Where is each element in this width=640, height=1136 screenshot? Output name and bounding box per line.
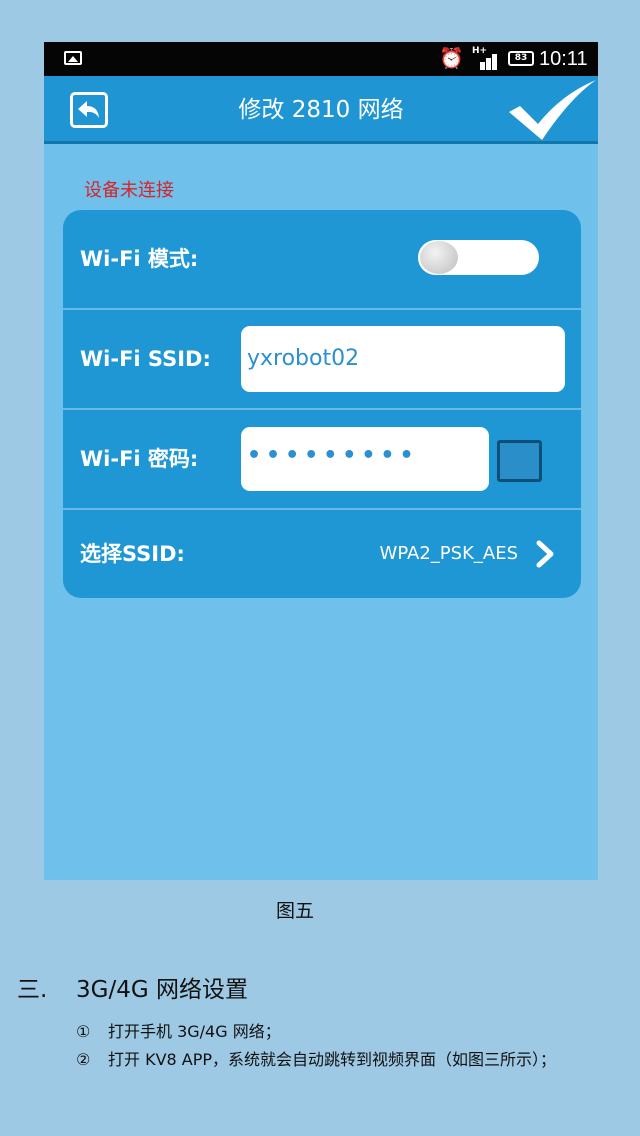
chevron-right-icon — [536, 540, 554, 568]
step-marker: ① — [76, 1022, 91, 1041]
connection-status: 设备未连接 — [84, 180, 174, 201]
wifi-ssid-row: Wi-Fi SSID: yxrobot02 — [63, 310, 581, 408]
security-type-value: WPA2_PSK_AES — [379, 543, 518, 564]
list-item: ② 打开 KV8 APP，系统就会自动跳转到视频界面（如图三所示）； — [76, 1046, 556, 1070]
wifi-password-label: Wi-Fi 密码: — [80, 447, 199, 471]
status-bar: ⏰ H+ 83 10:11 — [44, 42, 598, 76]
toggle-knob — [420, 241, 458, 274]
password-input[interactable]: ••••••••• — [241, 427, 489, 491]
step-text: 打开 KV8 APP，系统就会自动跳转到视频界面（如图三所示）； — [108, 1050, 557, 1069]
figure-caption: 图五 — [275, 900, 314, 922]
app-header: 修改 2810 网络 — [44, 76, 598, 144]
phone-screenshot: ⏰ H+ 83 10:11 修改 2810 网络 设备未连接 Wi-Fi 模式: — [44, 42, 598, 880]
section-heading: 三. 3G/4G 网络设置 — [17, 970, 248, 1004]
select-ssid-label: 选择SSID: — [80, 542, 185, 566]
wifi-ssid-label: Wi-Fi SSID: — [80, 347, 211, 371]
wifi-password-row: Wi-Fi 密码: ••••••••• — [63, 410, 581, 508]
step-marker: ② — [76, 1050, 91, 1069]
wifi-mode-label: Wi-Fi 模式: — [80, 247, 199, 271]
section-number: 三. — [17, 977, 48, 1003]
confirm-check-icon[interactable] — [506, 78, 598, 142]
show-password-checkbox[interactable] — [497, 440, 542, 482]
alarm-icon: ⏰ — [439, 46, 464, 70]
battery-icon: 83 — [508, 51, 534, 66]
clock: 10:11 — [539, 48, 588, 70]
wifi-settings-card: Wi-Fi 模式: Wi-Fi SSID: yxrobot02 Wi-Fi 密码… — [63, 210, 581, 598]
wifi-mode-row: Wi-Fi 模式: — [63, 210, 581, 308]
network-type: H+ — [472, 46, 488, 56]
list-item: ① 打开手机 3G/4G 网络； — [76, 1018, 281, 1042]
ssid-input[interactable]: yxrobot02 — [241, 326, 565, 392]
wifi-mode-toggle[interactable] — [418, 240, 539, 275]
select-ssid-row[interactable]: 选择SSID: WPA2_PSK_AES — [63, 510, 581, 598]
section-title: 3G/4G 网络设置 — [76, 977, 248, 1003]
step-text: 打开手机 3G/4G 网络； — [108, 1022, 281, 1041]
signal-icon: H+ — [472, 46, 500, 70]
image-notification-icon — [64, 51, 82, 65]
